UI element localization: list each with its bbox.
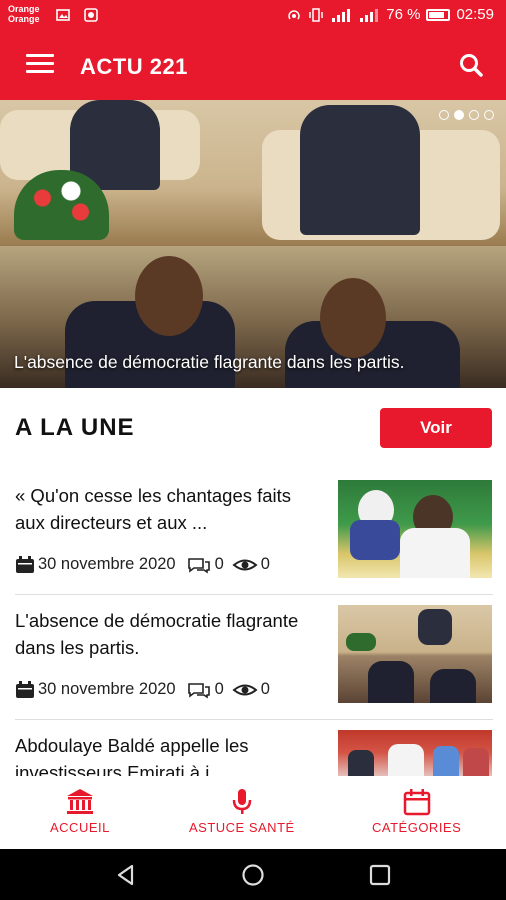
comment-icon bbox=[187, 557, 210, 573]
carousel-dot-active[interactable] bbox=[454, 110, 464, 120]
article-item[interactable]: L'absence de démocratie flagrante dans l… bbox=[0, 595, 506, 720]
eye-icon bbox=[232, 684, 258, 695]
calendar-icon bbox=[16, 680, 34, 698]
article-date: 30 novembre 2020 bbox=[38, 680, 176, 698]
screenshot-icon bbox=[84, 8, 98, 22]
bank-icon bbox=[66, 789, 93, 814]
nav-categories[interactable]: CATÉGORIES bbox=[372, 788, 461, 835]
search-icon[interactable] bbox=[458, 52, 484, 78]
app-title: ACTU 221 bbox=[80, 54, 188, 79]
article-thumbnail[interactable] bbox=[338, 730, 492, 776]
status-bar: Orange Orange 76 % 02:59 bbox=[0, 0, 506, 32]
article-item[interactable]: Abdoulaye Baldé appelle les investisseur… bbox=[0, 720, 506, 776]
nav-accueil[interactable]: ACCUEIL bbox=[50, 788, 110, 835]
app-bar: ACTU 221 bbox=[0, 32, 506, 100]
nav-label: CATÉGORIES bbox=[372, 820, 462, 835]
signal-4g-icon bbox=[332, 8, 351, 22]
battery-icon bbox=[426, 8, 451, 21]
featured-carousel[interactable]: L'absence de démocratie flagrante dans l… bbox=[0, 100, 506, 388]
article-item[interactable]: « Qu'on cesse les chantages faits aux di… bbox=[0, 470, 506, 595]
nav-astuce-sante[interactable]: ASTUCE SANTÉ bbox=[189, 788, 295, 835]
calendar-icon bbox=[16, 555, 34, 573]
article-view-count: 0 bbox=[260, 680, 270, 698]
hotspot-icon bbox=[288, 9, 300, 19]
microphone-icon bbox=[232, 789, 252, 814]
carrier-labels: Orange Orange bbox=[8, 4, 40, 24]
system-navigation-bar bbox=[0, 849, 506, 900]
carousel-dot[interactable] bbox=[469, 110, 479, 120]
bottom-navigation: ACCUEIL ASTUCE SANTÉ CATÉGORIES bbox=[0, 776, 506, 849]
article-view-count: 0 bbox=[260, 555, 270, 573]
nav-label: ACCUEIL bbox=[50, 820, 110, 835]
carousel-dot[interactable] bbox=[439, 110, 449, 120]
article-thumbnail[interactable] bbox=[338, 480, 492, 578]
article-meta: 30 novembre 2020 0 0 bbox=[15, 555, 270, 574]
article-title[interactable]: L'absence de démocratie flagrante dans l… bbox=[15, 607, 315, 661]
carousel-caption[interactable]: L'absence de démocratie flagrante dans l… bbox=[14, 352, 405, 373]
article-comment-count: 0 bbox=[214, 555, 224, 573]
carousel-indicators bbox=[439, 110, 494, 120]
recents-icon[interactable] bbox=[368, 863, 392, 887]
eye-icon bbox=[232, 559, 258, 570]
home-icon[interactable] bbox=[241, 863, 265, 887]
battery-percent: 76 % bbox=[386, 6, 421, 23]
carrier-1: Orange bbox=[8, 4, 40, 14]
hamburger-menu-icon[interactable] bbox=[26, 54, 54, 76]
article-title[interactable]: « Qu'on cesse les chantages faits aux di… bbox=[15, 482, 315, 536]
vibrate-icon bbox=[309, 7, 323, 22]
carrier-2: Orange bbox=[8, 14, 40, 24]
section-title: A LA UNE bbox=[15, 414, 135, 441]
image-icon bbox=[56, 9, 70, 21]
comment-icon bbox=[187, 682, 210, 698]
calendar-icon bbox=[403, 789, 430, 816]
article-date: 30 novembre 2020 bbox=[38, 555, 176, 573]
article-meta: 30 novembre 2020 0 0 bbox=[15, 680, 270, 699]
article-title[interactable]: Abdoulaye Baldé appelle les investisseur… bbox=[15, 732, 315, 776]
status-right: 76 % 02:59 bbox=[286, 6, 494, 23]
carousel-image-top bbox=[0, 100, 506, 246]
article-thumbnail[interactable] bbox=[338, 605, 492, 703]
signal-3g-icon bbox=[360, 8, 379, 22]
nav-label: ASTUCE SANTÉ bbox=[189, 820, 295, 835]
voir-button[interactable]: Voir bbox=[380, 408, 492, 448]
back-icon[interactable] bbox=[114, 863, 138, 887]
carousel-dot[interactable] bbox=[484, 110, 494, 120]
clock: 02:59 bbox=[456, 6, 494, 23]
article-comment-count: 0 bbox=[214, 680, 224, 698]
